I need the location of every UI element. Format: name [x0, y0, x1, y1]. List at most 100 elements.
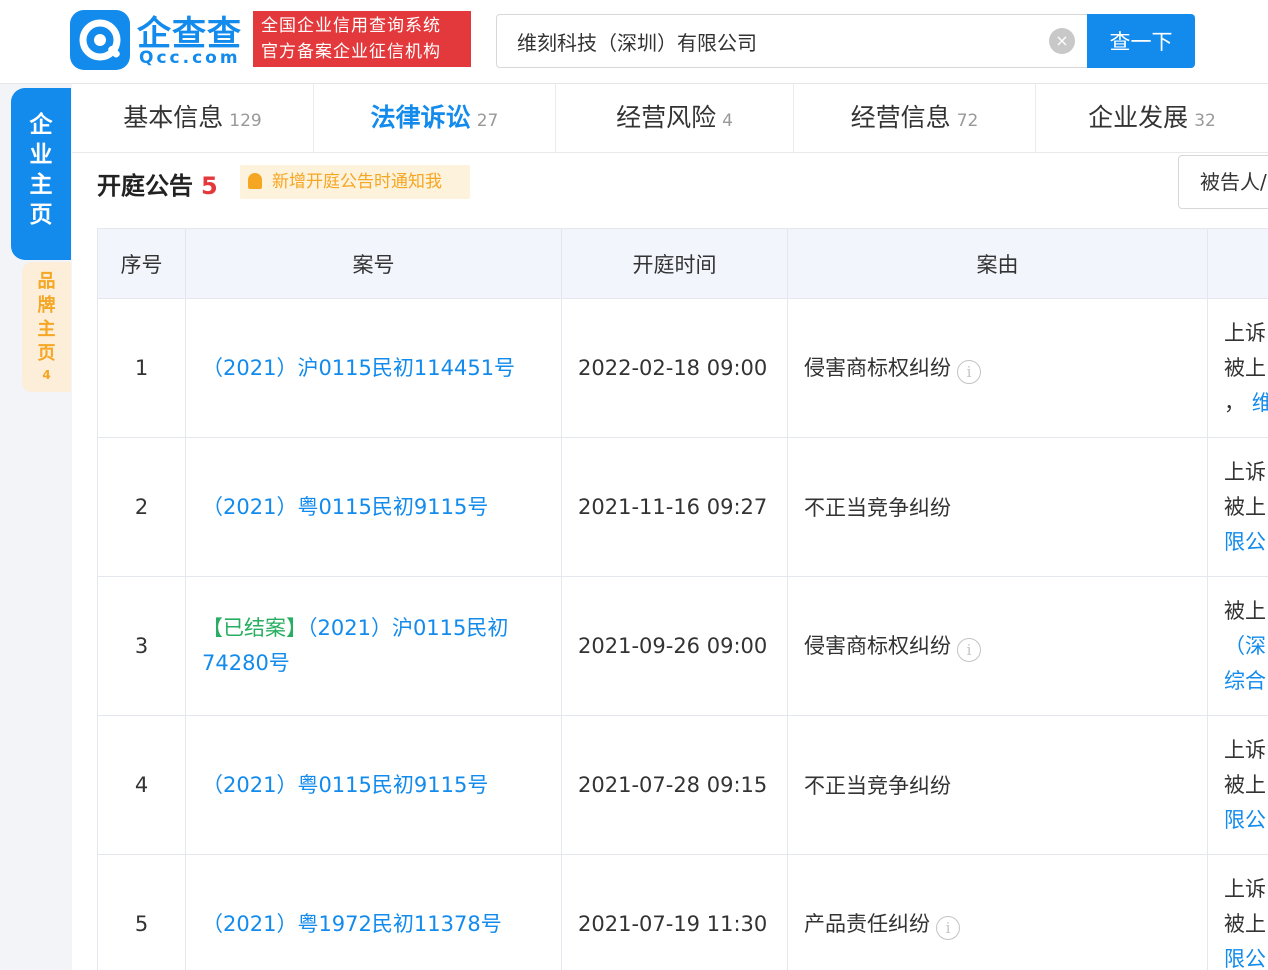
party-link[interactable]: 综合 — [1224, 664, 1268, 699]
sidebar-char: 页 — [29, 202, 53, 228]
header-case: 案号 — [185, 228, 562, 299]
site-header: 企查查 Qcc.com 全国企业信用查询系统 官方备案企业征信机构 × 查一下 — [0, 0, 1268, 84]
logo-icon[interactable] — [70, 10, 130, 70]
party-line: 上诉 — [1224, 876, 1266, 901]
info-icon[interactable]: i — [936, 916, 960, 940]
row-idx: 1 — [97, 298, 186, 438]
clear-icon[interactable]: × — [1049, 28, 1075, 54]
row-reason: 不正当竞争纠纷 — [787, 437, 1208, 577]
hearing-table: 序号 案号 开庭时间 案由 1 （2021）沪0115民初114451号 202… — [97, 228, 1268, 970]
party-link[interactable]: 限公 — [1224, 525, 1268, 560]
tab-count: 129 — [229, 111, 262, 131]
notify-button[interactable]: 新增开庭公告时通知我 — [240, 165, 470, 199]
sidebar-char: 企 — [29, 112, 53, 138]
sidebar-char: 业 — [29, 142, 53, 168]
tab-legal-litigation[interactable]: 法律诉讼 27 — [314, 84, 556, 152]
tab-label: 基本信息 — [123, 103, 224, 132]
info-icon[interactable]: i — [957, 638, 981, 662]
reason-text: 侵害商标权纠纷 — [804, 356, 951, 380]
section-count: 5 — [201, 172, 218, 200]
table-row: 5 （2021）粤1972民初11378号 2021-07-19 11:30 产… — [97, 854, 1268, 970]
logo-domain: Qcc.com — [139, 48, 241, 68]
party-link[interactable]: （深 — [1224, 629, 1268, 664]
row-reason: 不正当竞争纠纷 — [787, 715, 1208, 855]
party-line: 上诉 — [1224, 320, 1266, 345]
badge-line-2: 官方备案企业征信机构 — [261, 42, 441, 62]
party-line: 上诉 — [1224, 459, 1266, 484]
row-idx: 3 — [97, 576, 186, 716]
tab-label: 经营风险 — [616, 103, 717, 132]
row-idx: 2 — [97, 437, 186, 577]
row-reason: 侵害商标权纠纷 i — [787, 298, 1208, 438]
tab-operating-info[interactable]: 经营信息 72 — [794, 84, 1036, 152]
sidebar-item-company-home[interactable]: 企 业 主 页 — [11, 88, 71, 260]
sidebar-char: 主 — [29, 172, 53, 198]
row-case: 【已结案】（2021）沪0115民初74280号 — [185, 576, 562, 716]
tab-label: 企业发展 — [1088, 103, 1189, 132]
tab-operating-risk[interactable]: 经营风险 4 — [556, 84, 794, 152]
row-idx: 4 — [97, 715, 186, 855]
header-reason: 案由 — [787, 228, 1208, 299]
search-box: × — [496, 14, 1088, 68]
party-line: ， 维 — [1224, 386, 1268, 421]
tab-count: 4 — [722, 111, 733, 131]
tab-label: 法律诉讼 — [370, 103, 471, 132]
badge-line-1: 全国企业信用查询系统 — [261, 16, 441, 36]
reason-text: 不正当竞争纠纷 — [804, 496, 951, 520]
party-sep: ， — [1224, 390, 1245, 415]
party-line: 被上 — [1224, 494, 1266, 519]
tab-company-development[interactable]: 企业发展 32 — [1036, 84, 1268, 152]
sidebar-char: 主 — [37, 319, 56, 340]
info-icon[interactable]: i — [957, 360, 981, 384]
header-party — [1207, 228, 1268, 299]
table-row: 2 （2021）粤0115民初9115号 2021-11-16 09:27 不正… — [97, 437, 1268, 577]
row-date: 2021-09-26 09:00 — [561, 576, 788, 716]
notify-label: 新增开庭公告时通知我 — [272, 172, 442, 192]
tab-bar: 基本信息 129 法律诉讼 27 经营风险 4 经营信息 72 企业发展 32 — [72, 84, 1268, 153]
main-panel: 基本信息 129 法律诉讼 27 经营风险 4 经营信息 72 企业发展 32 开庭公告 5… — [72, 84, 1268, 970]
party-line: 被上 — [1224, 911, 1266, 936]
row-reason: 产品责任纠纷 i — [787, 854, 1208, 970]
row-party: 上诉 被上 限公 — [1207, 854, 1268, 970]
brand-count: 4 — [42, 368, 51, 382]
header-date: 开庭时间 — [561, 228, 788, 299]
bell-icon — [248, 173, 262, 189]
sidebar-char: 牌 — [37, 295, 56, 316]
case-link[interactable]: （2021）粤1972民初11378号 — [202, 912, 502, 936]
row-date: 2022-02-18 09:00 — [561, 298, 788, 438]
party-link[interactable]: 维 — [1252, 391, 1268, 415]
header-idx: 序号 — [97, 228, 186, 299]
row-case: （2021）沪0115民初114451号 — [185, 298, 562, 438]
search-input[interactable] — [497, 15, 1037, 67]
row-date: 2021-11-16 09:27 — [561, 437, 788, 577]
search-button[interactable]: 查一下 — [1087, 14, 1195, 68]
table-header-row: 序号 案号 开庭时间 案由 — [97, 228, 1268, 299]
row-date: 2021-07-19 11:30 — [561, 854, 788, 970]
table-row: 1 （2021）沪0115民初114451号 2022-02-18 09:00 … — [97, 298, 1268, 438]
case-link[interactable]: （2021）粤0115民初9115号 — [202, 773, 488, 797]
tab-count: 27 — [476, 111, 499, 131]
table-row: 3 【已结案】（2021）沪0115民初74280号 2021-09-26 09… — [97, 576, 1268, 716]
case-link[interactable]: （2021）沪0115民初114451号 — [202, 356, 515, 380]
party-link[interactable]: 限公 — [1224, 942, 1268, 970]
row-case: （2021）粤1972民初11378号 — [185, 854, 562, 970]
party-link[interactable]: 限公 — [1224, 803, 1268, 838]
reason-text: 侵害商标权纠纷 — [804, 634, 951, 658]
row-date: 2021-07-28 09:15 — [561, 715, 788, 855]
section-title-text: 开庭公告 — [97, 172, 193, 200]
table-row: 4 （2021）粤0115民初9115号 2021-07-28 09:15 不正… — [97, 715, 1268, 855]
sidebar-item-brand-home[interactable]: 品 牌 主 页 4 — [22, 262, 71, 392]
row-case: （2021）粤0115民初9115号 — [185, 437, 562, 577]
party-line: 被上 — [1224, 355, 1266, 380]
tab-basic-info[interactable]: 基本信息 129 — [72, 84, 314, 152]
case-link[interactable]: （2021）粤0115民初9115号 — [202, 495, 488, 519]
reason-text: 不正当竞争纠纷 — [804, 774, 951, 798]
sidebar-char: 页 — [37, 343, 56, 364]
row-idx: 5 — [97, 854, 186, 970]
tab-count: 72 — [956, 111, 979, 131]
row-party: 被上 （深 综合 — [1207, 576, 1268, 716]
sidebar-char: 品 — [37, 271, 56, 292]
row-reason: 侵害商标权纠纷 i — [787, 576, 1208, 716]
defendant-filter[interactable]: 被告人/ — [1178, 155, 1268, 209]
row-party: 上诉 被上 限公 — [1207, 715, 1268, 855]
